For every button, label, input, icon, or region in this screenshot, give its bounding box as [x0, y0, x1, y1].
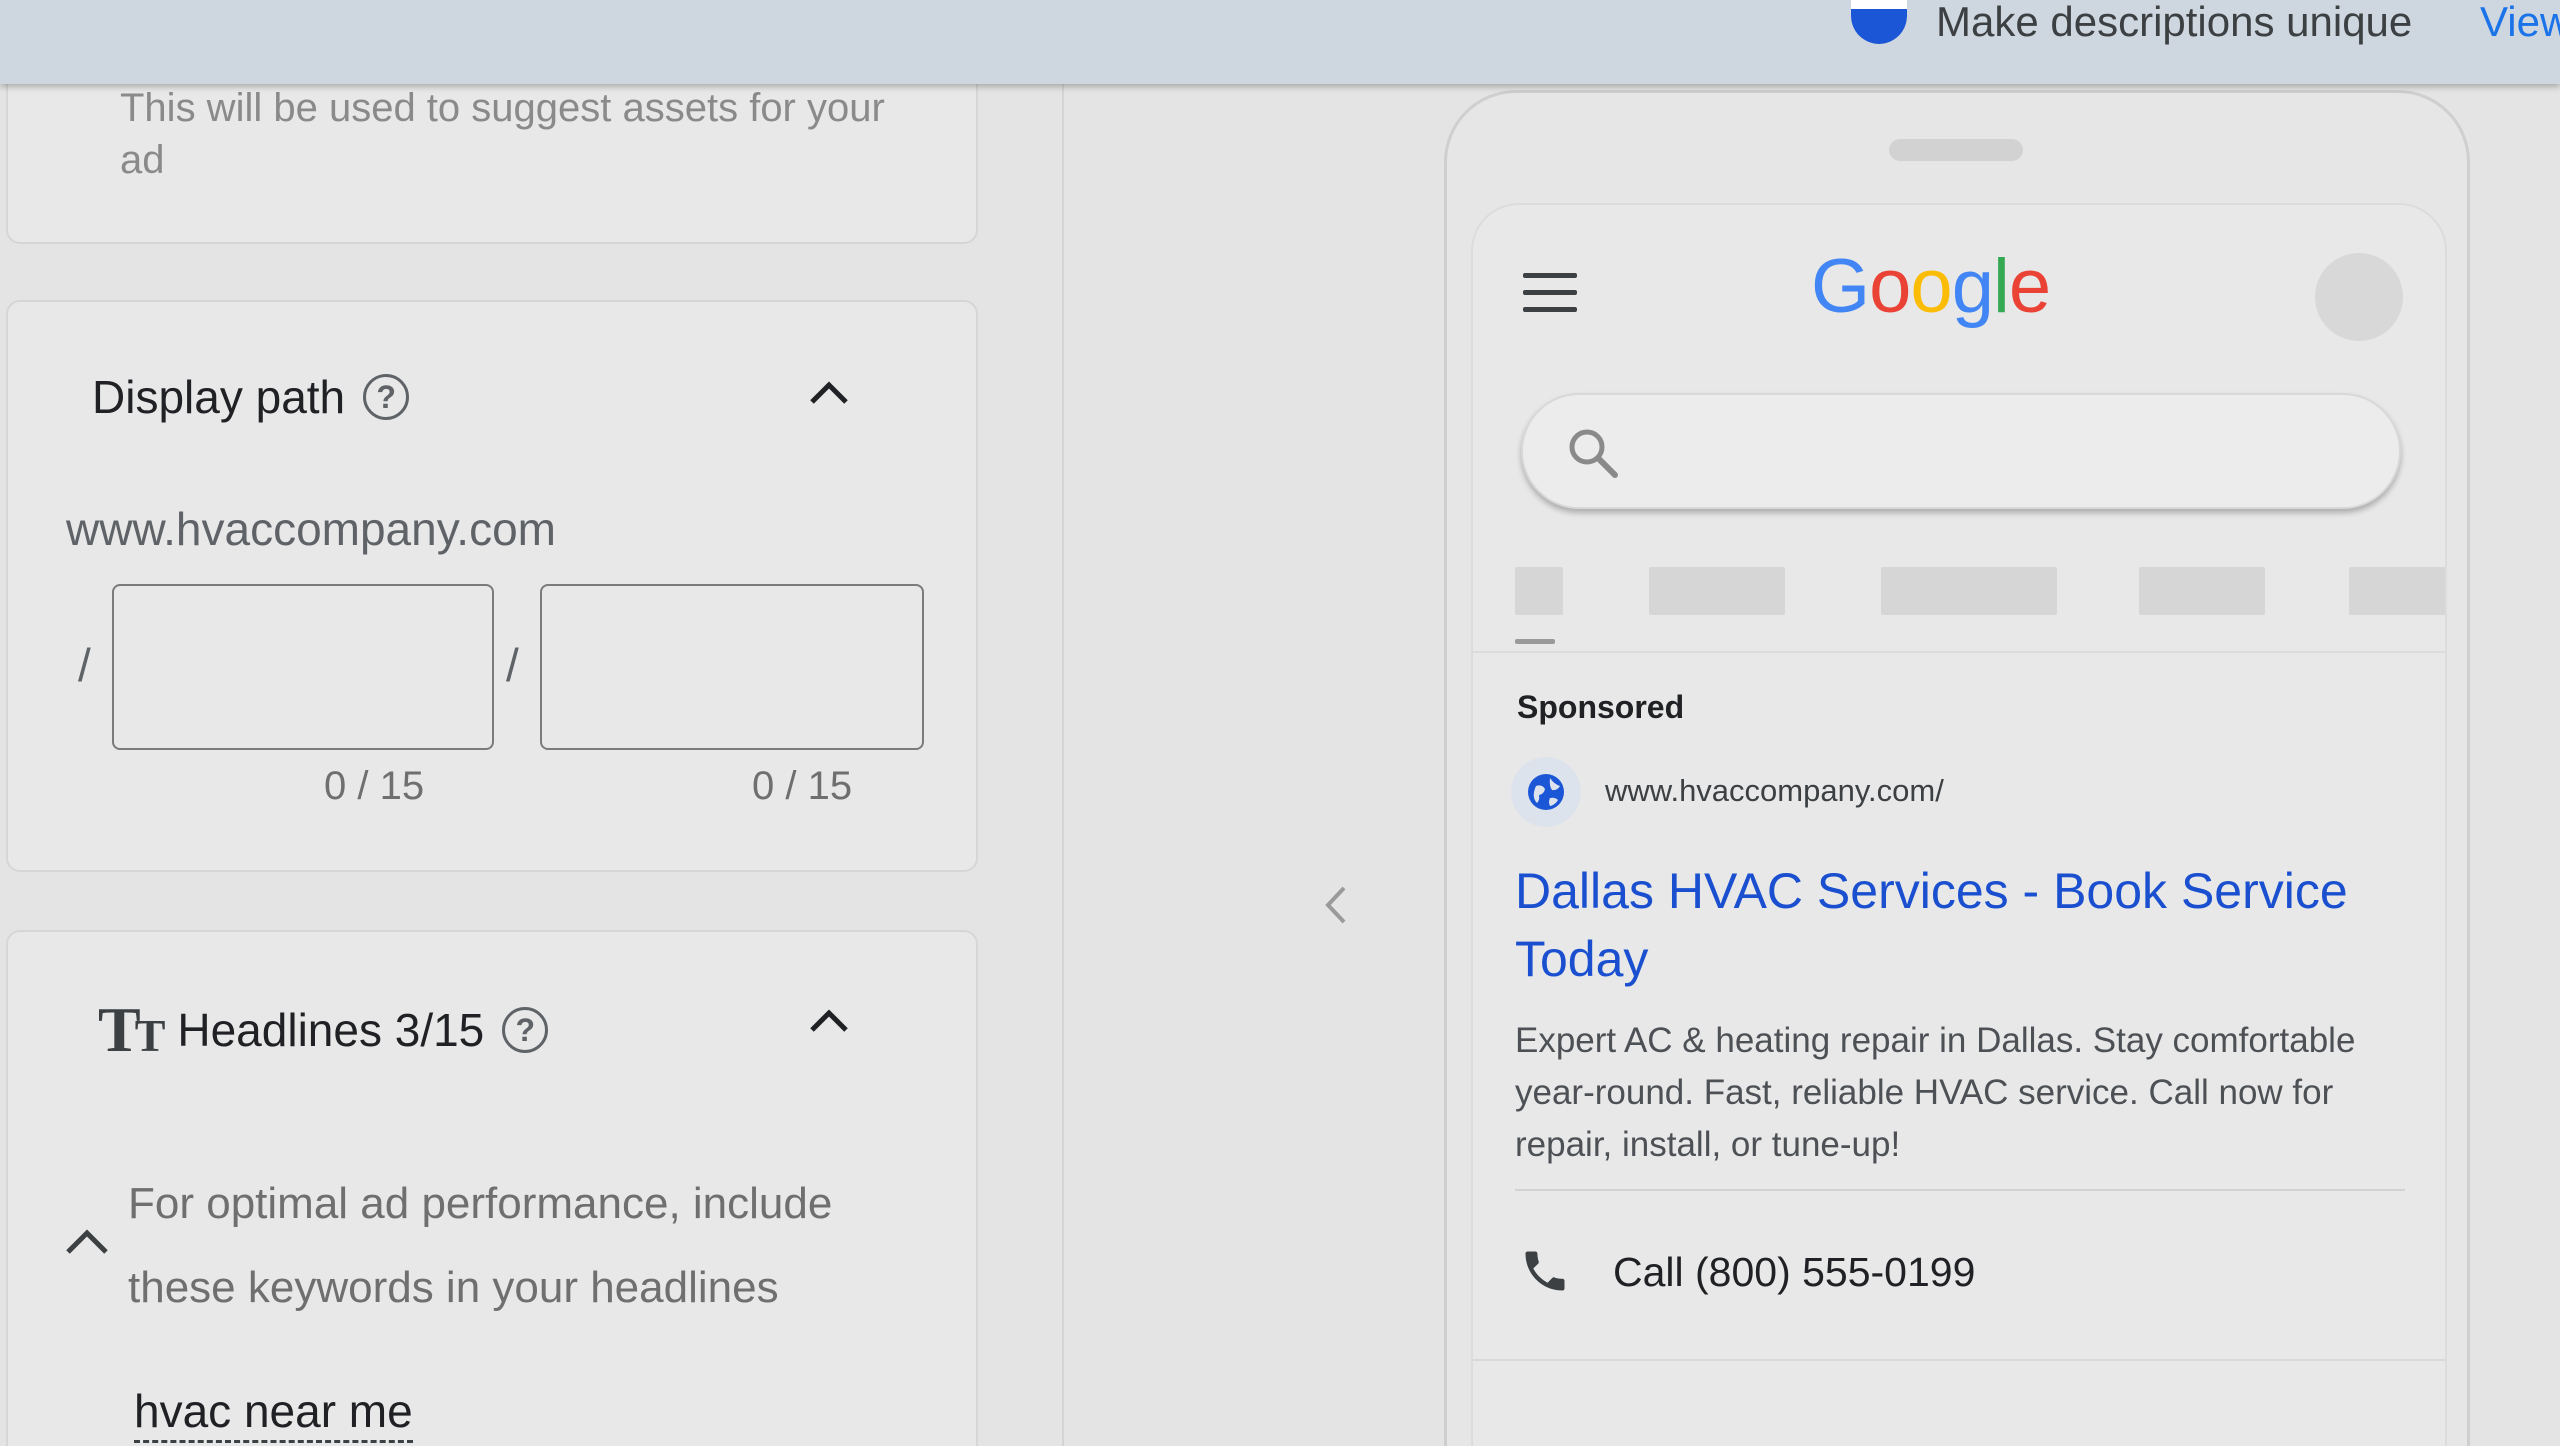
path1-input[interactable] — [112, 584, 494, 750]
chevron-up-icon[interactable] — [804, 368, 854, 418]
sponsored-label: Sponsored — [1517, 689, 1685, 725]
keyword-tip: For optimal ad performance, include thes… — [128, 1179, 833, 1312]
help-icon[interactable]: ? — [363, 374, 410, 420]
display-path-header[interactable]: Display path ? — [92, 370, 410, 424]
hint-text: This will be used to suggest assets for … — [120, 86, 885, 182]
path-separator: / — [78, 639, 91, 691]
ad-description: Expert AC & heating repair in Dallas. St… — [1515, 1021, 2356, 1164]
help-icon[interactable]: ? — [502, 1007, 549, 1053]
path2-input[interactable] — [540, 584, 924, 750]
phone-speaker — [1889, 139, 2023, 161]
globe-icon — [1528, 774, 1564, 810]
search-box — [1521, 393, 2401, 509]
phone-icon — [1525, 1251, 1565, 1291]
tab-placeholder — [1881, 567, 2057, 615]
view-link[interactable]: View — [2480, 0, 2560, 44]
top-banner: Make descriptions unique View — [0, 0, 2560, 84]
phone-screen: Google Sponsored www.hvaccompany.com/ Da… — [1471, 203, 2447, 1446]
display-path-title: Display path — [92, 371, 346, 423]
ad-headline[interactable]: Dallas HVAC Services - Book Service Toda… — [1515, 857, 2415, 993]
tab-placeholder — [2139, 567, 2265, 615]
divider — [1515, 1189, 2405, 1191]
path2-counter: 0 / 15 — [752, 764, 853, 808]
ad-editor-panel: This will be used to suggest assets for … — [0, 0, 1064, 1446]
favicon — [1511, 757, 1581, 827]
chevron-up-icon[interactable] — [804, 996, 854, 1046]
chevron-up-icon[interactable] — [62, 1218, 112, 1268]
banner-message: Make descriptions unique — [1936, 0, 2413, 45]
headlines-title: Headlines 3/15 — [177, 1004, 485, 1056]
tab-placeholder — [2349, 567, 2445, 615]
active-tab-indicator — [1515, 639, 1555, 644]
text-size-icon: TT — [98, 994, 165, 1065]
tab-placeholder — [1649, 567, 1785, 615]
google-logo: Google — [1811, 244, 2051, 329]
progress-indicator-icon — [1851, 0, 1907, 44]
path1-counter: 0 / 15 — [324, 764, 425, 808]
search-icon — [1569, 429, 1618, 478]
call-extension[interactable]: Call (800) 555-0199 — [1613, 1249, 1975, 1296]
search-tabs-placeholder — [1473, 567, 2445, 655]
phone-preview: Google Sponsored www.hvaccompany.com/ Da… — [1444, 90, 2470, 1446]
business-info-card: This will be used to suggest assets for … — [6, 60, 978, 244]
divider — [1473, 1359, 2445, 1361]
divider — [1473, 651, 2445, 653]
menu-icon[interactable] — [1523, 273, 1577, 313]
display-domain: www.hvaccompany.com — [66, 503, 556, 555]
ad-display-url: www.hvaccompany.com/ — [1605, 773, 1944, 808]
chevron-left-icon[interactable] — [1312, 880, 1362, 930]
tab-placeholder — [1515, 567, 1563, 615]
display-path-card: Display path ? www.hvaccompany.com / / 0… — [6, 300, 978, 872]
headlines-header[interactable]: TT Headlines 3/15 ? — [98, 994, 549, 1065]
keyword-suggestion[interactable]: hvac near me — [134, 1382, 413, 1443]
avatar — [2315, 253, 2403, 341]
path-separator: / — [506, 639, 519, 691]
headlines-card: TT Headlines 3/15 ? For optimal ad perfo… — [6, 930, 978, 1446]
